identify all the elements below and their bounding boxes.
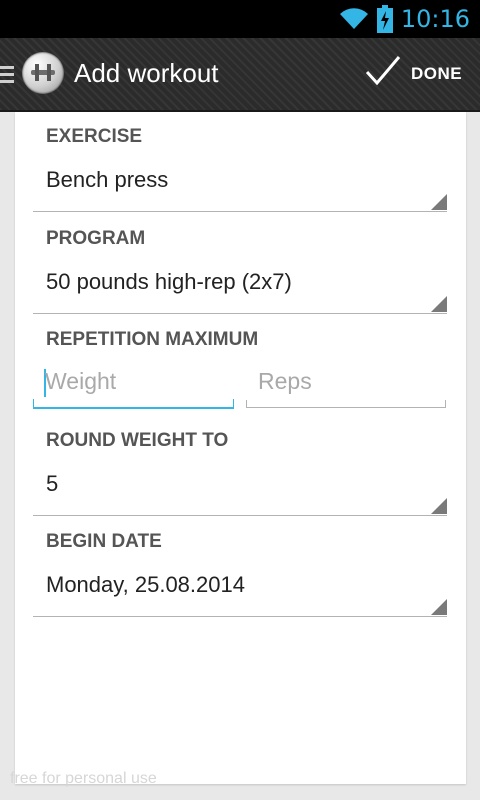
battery-charging-icon bbox=[376, 5, 393, 33]
round-weight-spinner[interactable]: 5 bbox=[33, 469, 447, 516]
begin-date-value: Monday, 25.08.2014 bbox=[46, 572, 245, 597]
done-button[interactable]: DONE bbox=[362, 38, 480, 110]
dumbbell-app-icon[interactable] bbox=[22, 52, 64, 94]
program-label: PROGRAM bbox=[46, 228, 146, 249]
done-label: DONE bbox=[411, 64, 463, 83]
program-value: 50 pounds high-rep (2x7) bbox=[46, 269, 292, 294]
form-card: EXERCISE Bench press PROGRAM 50 pounds h… bbox=[15, 112, 466, 784]
drawer-icon[interactable] bbox=[0, 66, 14, 84]
weight-field[interactable] bbox=[33, 363, 234, 409]
wifi-icon bbox=[339, 8, 368, 30]
status-bar: 10:16 bbox=[0, 0, 480, 38]
check-icon bbox=[365, 56, 401, 86]
watermark: free for personal use bbox=[10, 770, 157, 787]
repetition-maximum-label: REPETITION MAXIMUM bbox=[46, 329, 259, 350]
program-spinner[interactable]: 50 pounds high-rep (2x7) bbox=[33, 267, 447, 314]
page-title: Add workout bbox=[74, 58, 219, 88]
reps-input[interactable] bbox=[258, 363, 442, 399]
reps-field[interactable] bbox=[246, 363, 446, 408]
weight-input[interactable] bbox=[45, 363, 230, 399]
exercise-label: EXERCISE bbox=[46, 126, 143, 147]
action-bar: Add workout DONE bbox=[0, 38, 480, 112]
begin-date-spinner[interactable]: Monday, 25.08.2014 bbox=[33, 570, 447, 617]
begin-date-label: BEGIN DATE bbox=[46, 531, 162, 552]
spinner-arrow-icon bbox=[431, 498, 447, 514]
spinner-arrow-icon bbox=[431, 296, 447, 312]
clock: 10:16 bbox=[400, 5, 470, 33]
round-weight-value: 5 bbox=[46, 471, 59, 496]
spinner-arrow-icon bbox=[431, 194, 447, 210]
status-icons: 10:16 bbox=[339, 0, 470, 38]
exercise-value: Bench press bbox=[46, 167, 169, 192]
round-weight-label: ROUND WEIGHT TO bbox=[46, 430, 229, 451]
exercise-spinner[interactable]: Bench press bbox=[33, 165, 447, 212]
spinner-arrow-icon bbox=[431, 599, 447, 615]
